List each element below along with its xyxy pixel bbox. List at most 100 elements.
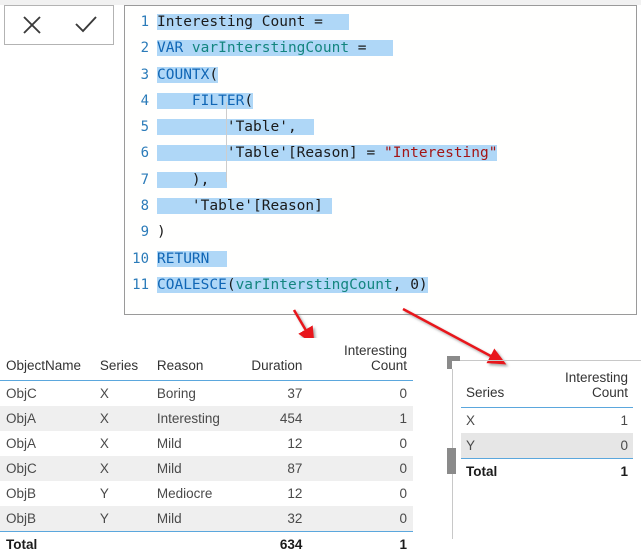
- line-number: 11: [125, 272, 153, 298]
- cell-objectname: ObjC: [0, 456, 94, 481]
- cell-duration: 32: [234, 506, 309, 532]
- cell-interesting-count: 0: [308, 381, 413, 407]
- dax-formula-editor[interactable]: 1 Interesting Count = 2 VAR varInterstin…: [124, 5, 637, 315]
- table-header-row: Series Interesting Count: [461, 365, 633, 408]
- table: ObjectName Series Reason Duration Intere…: [0, 338, 413, 557]
- code-line-content[interactable]: ),: [153, 167, 227, 193]
- code-line-content[interactable]: COALESCE(varInterstingCount, 0): [153, 272, 428, 298]
- cell-series: X: [94, 456, 151, 481]
- cell-series: X: [94, 406, 151, 431]
- cell-reason: Boring: [151, 381, 234, 407]
- commit-button[interactable]: [64, 6, 108, 44]
- arrow-to-right-table-column: [403, 309, 500, 361]
- code-line-content[interactable]: FILTER(: [153, 88, 253, 114]
- code-line-6[interactable]: 6 'Table'[Reason] = "Interesting": [125, 140, 636, 166]
- line-number: 7: [125, 167, 153, 193]
- code-line-8[interactable]: 8 'Table'[Reason]: [125, 193, 636, 219]
- line-number: 9: [125, 219, 153, 245]
- table: Series Interesting Count X 1 Y 0 Total 1: [461, 365, 633, 484]
- code-line-content[interactable]: 'Table'[Reason]: [153, 193, 332, 219]
- column-header-duration[interactable]: Duration: [234, 338, 309, 381]
- total-duration: 634: [234, 532, 309, 557]
- left-data-table[interactable]: ObjectName Series Reason Duration Intere…: [0, 338, 413, 557]
- cell-interesting-count: 1: [521, 408, 633, 434]
- code-line-content[interactable]: RETURN: [153, 246, 227, 272]
- table-row[interactable]: ObjC X Boring 37 0: [0, 381, 413, 407]
- column-header-series[interactable]: Series: [461, 365, 521, 408]
- cell-interesting-count: 0: [521, 433, 633, 459]
- right-data-table[interactable]: Series Interesting Count X 1 Y 0 Total 1: [461, 365, 633, 484]
- code-line-5[interactable]: 5 'Table',: [125, 114, 636, 140]
- cell-series: X: [94, 431, 151, 456]
- cell-duration: 87: [234, 456, 309, 481]
- cell-reason: Mediocre: [151, 481, 234, 506]
- line-number: 8: [125, 193, 153, 219]
- cell-interesting-count: 0: [308, 456, 413, 481]
- table-row[interactable]: ObjB Y Mild 32 0: [0, 506, 413, 532]
- column-header-reason[interactable]: Reason: [151, 338, 234, 381]
- total-reason: [151, 532, 234, 557]
- column-header-series[interactable]: Series: [94, 338, 151, 381]
- table-row[interactable]: ObjB Y Mediocre 12 0: [0, 481, 413, 506]
- cell-reason: Mild: [151, 506, 234, 532]
- cell-duration: 454: [234, 406, 309, 431]
- table-total-row: Total 634 1: [0, 532, 413, 557]
- line-number: 2: [125, 35, 153, 61]
- cell-objectname: ObjB: [0, 506, 94, 532]
- cell-objectname: ObjB: [0, 481, 94, 506]
- line-number: 5: [125, 114, 153, 140]
- code-line-content[interactable]: COUNTX(: [153, 62, 218, 88]
- total-label: Total: [0, 532, 94, 557]
- formula-toolbar: [4, 5, 114, 45]
- total-interesting-count: 1: [521, 459, 633, 485]
- code-line-1[interactable]: 1 Interesting Count =: [125, 9, 636, 35]
- cell-series: Y: [94, 506, 151, 532]
- code-line-3[interactable]: 3 COUNTX(: [125, 62, 636, 88]
- column-header-objectname[interactable]: ObjectName: [0, 338, 94, 381]
- code-area[interactable]: 1 Interesting Count = 2 VAR varInterstin…: [125, 6, 636, 298]
- resize-handle-left[interactable]: [447, 448, 456, 474]
- code-line-7[interactable]: 7 ),: [125, 167, 636, 193]
- total-label: Total: [461, 459, 521, 485]
- right-visual-panel[interactable]: Series Interesting Count X 1 Y 0 Total 1: [443, 360, 641, 539]
- check-icon: [73, 14, 99, 36]
- code-line-4[interactable]: 4 FILTER(: [125, 88, 636, 114]
- code-line-content[interactable]: 'Table',: [153, 114, 314, 140]
- cell-interesting-count: 0: [308, 431, 413, 456]
- total-series: [94, 532, 151, 557]
- table-header-row: ObjectName Series Reason Duration Intere…: [0, 338, 413, 381]
- line-number: 10: [125, 246, 153, 272]
- cell-interesting-count: 0: [308, 506, 413, 532]
- cell-duration: 12: [234, 481, 309, 506]
- cancel-button[interactable]: [10, 6, 54, 44]
- code-line-content[interactable]: VAR varInterstingCount =: [153, 35, 393, 61]
- table-row[interactable]: X 1: [461, 408, 633, 434]
- table-row[interactable]: ObjA X Interesting 454 1: [0, 406, 413, 431]
- resize-handle-corner[interactable]: [447, 356, 460, 369]
- column-header-interesting-count[interactable]: Interesting Count: [308, 338, 413, 381]
- indent-guide: [226, 102, 227, 182]
- line-number: 6: [125, 140, 153, 166]
- column-header-interesting-count[interactable]: Interesting Count: [521, 365, 633, 408]
- cell-interesting-count: 0: [308, 481, 413, 506]
- panel-border-top: [452, 360, 641, 361]
- table-row[interactable]: Y 0: [461, 433, 633, 459]
- cell-objectname: ObjA: [0, 406, 94, 431]
- table-row[interactable]: ObjC X Mild 87 0: [0, 456, 413, 481]
- code-line-content[interactable]: ): [153, 219, 166, 245]
- code-line-2[interactable]: 2 VAR varInterstingCount =: [125, 35, 636, 61]
- cell-objectname: ObjC: [0, 381, 94, 407]
- cell-series: X: [94, 381, 151, 407]
- cell-objectname: ObjA: [0, 431, 94, 456]
- code-line-10[interactable]: 10 RETURN: [125, 246, 636, 272]
- table-total-row: Total 1: [461, 459, 633, 485]
- code-line-content[interactable]: Interesting Count =: [153, 9, 349, 35]
- table-row[interactable]: ObjA X Mild 12 0: [0, 431, 413, 456]
- cell-interesting-count: 1: [308, 406, 413, 431]
- cell-series: Y: [94, 481, 151, 506]
- code-line-11[interactable]: 11 COALESCE(varInterstingCount, 0): [125, 272, 636, 298]
- close-icon: [21, 14, 43, 36]
- cell-duration: 37: [234, 381, 309, 407]
- code-line-9[interactable]: 9 ): [125, 219, 636, 245]
- code-line-content[interactable]: 'Table'[Reason] = "Interesting": [153, 140, 497, 166]
